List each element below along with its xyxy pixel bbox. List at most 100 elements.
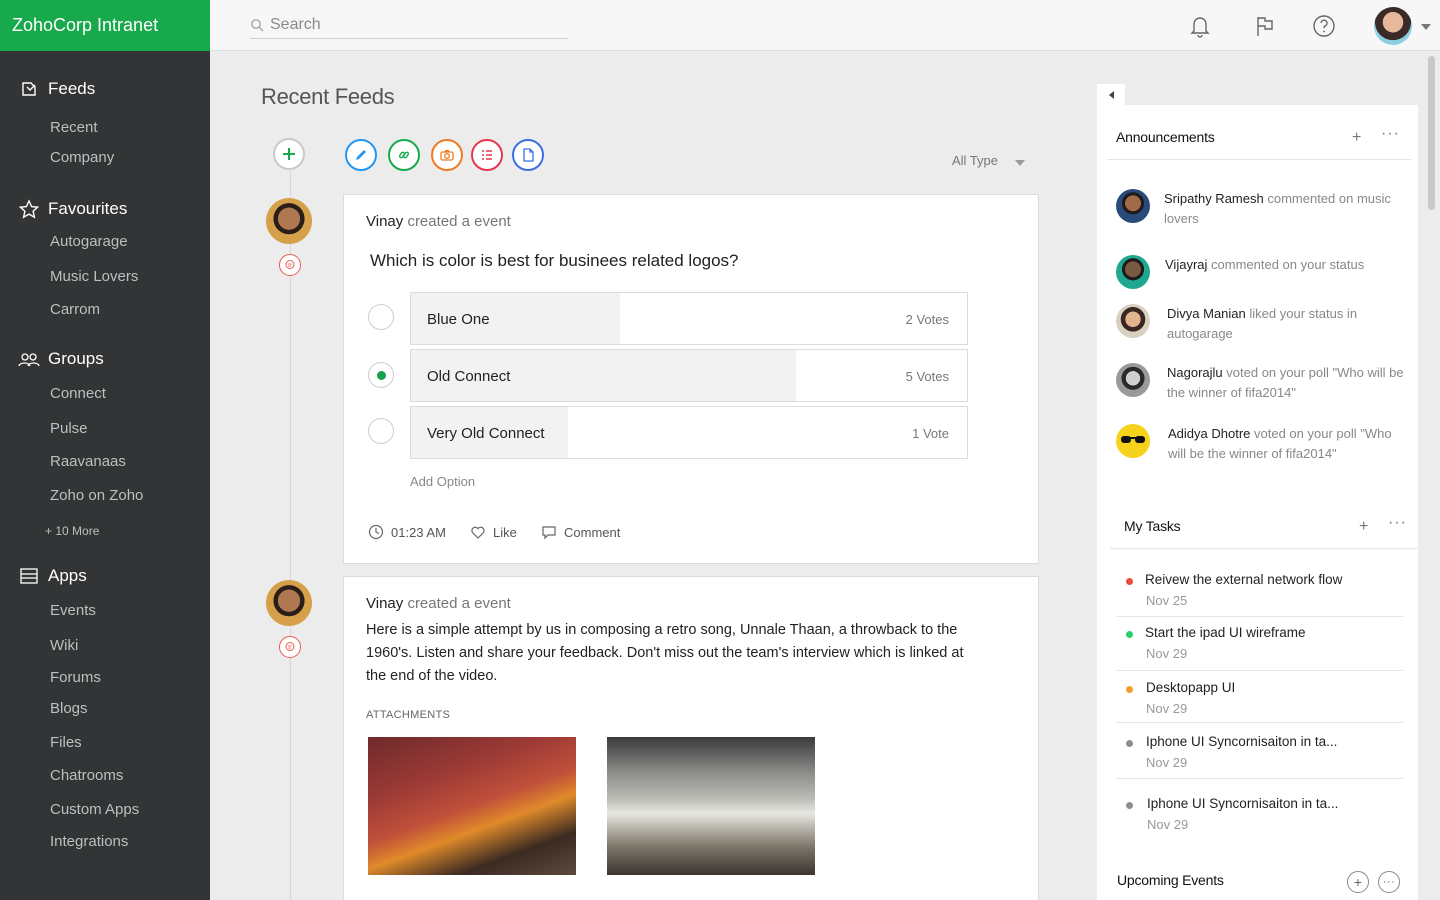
add-task-button[interactable]: + [1359, 518, 1368, 536]
task-title: Iphone UI Syncornisaiton in ta... [1146, 734, 1338, 749]
sidebar-item-recent[interactable]: Recent [50, 119, 98, 136]
heart-icon [471, 526, 485, 539]
post-type-document-button[interactable] [512, 139, 544, 171]
add-post-button[interactable] [273, 138, 305, 170]
poll-option[interactable]: Blue One 2 Votes [410, 292, 968, 345]
poll-radio[interactable] [368, 304, 394, 330]
collapse-panel-button[interactable] [1097, 84, 1125, 106]
attachment-image[interactable] [368, 737, 576, 875]
sidebar-item-files[interactable]: Files [50, 734, 82, 751]
announcement-user[interactable]: Sripathy Ramesh [1164, 191, 1264, 206]
type-filter-dropdown[interactable]: All Type [952, 153, 998, 168]
like-button[interactable]: Like [470, 524, 517, 540]
poll-radio-selected[interactable] [368, 362, 394, 388]
attachments-label: ATTACHMENTS [366, 709, 451, 721]
poll-radio[interactable] [368, 418, 394, 444]
sidebar-item-blogs[interactable]: Blogs [50, 700, 88, 717]
feed-comment-badge[interactable] [279, 254, 301, 276]
poll-option[interactable]: Old Connect 5 Votes [410, 349, 968, 402]
task-date: Nov 29 [1146, 701, 1188, 716]
events-more-button[interactable]: ··· [1378, 871, 1400, 893]
task-title: Desktopapp UI [1146, 680, 1236, 695]
sidebar-favourites-header[interactable]: Favourites [18, 199, 127, 219]
task-status-dot [1126, 578, 1133, 585]
sidebar-item-connect[interactable]: Connect [50, 385, 106, 402]
sidebar-feeds-header[interactable]: Feeds [18, 79, 95, 99]
poll-question: Which is color is best for businees rela… [370, 251, 739, 270]
sidebar-item-music-lovers[interactable]: Music Lovers [50, 268, 138, 285]
add-announcement-button[interactable]: + [1352, 129, 1361, 147]
app-title[interactable]: ZohoCorp Intranet [0, 0, 210, 51]
bell-icon[interactable] [1187, 13, 1213, 39]
feed-time: 01:23 AM [368, 524, 446, 540]
timeline-line [290, 170, 291, 900]
feed-header: Vinay created a event [366, 213, 511, 230]
post-type-status-button[interactable] [345, 139, 377, 171]
search-input[interactable] [270, 16, 550, 34]
user-avatar[interactable] [1374, 7, 1412, 45]
poll-option-votes: 5 Votes [905, 369, 949, 384]
task-date: Nov 29 [1146, 755, 1188, 770]
comment-button[interactable]: Comment [541, 524, 620, 540]
post-type-poll-button[interactable] [471, 139, 503, 171]
post-type-link-button[interactable] [388, 139, 420, 171]
sidebar-apps-header[interactable]: Apps [18, 566, 87, 586]
add-option-link[interactable]: Add Option [410, 474, 475, 489]
tasks-title: My Tasks [1124, 518, 1181, 534]
list-icon [482, 150, 492, 160]
feed-action: created a event [407, 213, 511, 230]
link-icon [398, 151, 410, 159]
sidebar-item-wiki[interactable]: Wiki [50, 637, 78, 654]
chat-icon [285, 260, 295, 269]
feed-author-avatar[interactable] [266, 580, 312, 626]
avatar [1116, 255, 1150, 289]
sidebar-item-carrom[interactable]: Carrom [50, 301, 100, 318]
feed-header: Vinay created a event [366, 595, 511, 612]
poll-option-label: Blue One [427, 311, 490, 328]
announcement-user[interactable]: Divya Manian [1167, 306, 1246, 321]
scrollbar[interactable] [1428, 56, 1435, 210]
announcement-user[interactable]: Nagorajlu [1167, 365, 1223, 380]
attachment-image[interactable] [607, 737, 815, 875]
feed-author[interactable]: Vinay [366, 595, 403, 612]
task-status-dot [1126, 740, 1133, 747]
poll-option-label: Very Old Connect [427, 425, 545, 442]
sidebar-item-autogarage[interactable]: Autogarage [50, 233, 128, 250]
sidebar-groups-header[interactable]: Groups [18, 349, 104, 369]
poll-option[interactable]: Very Old Connect 1 Vote [410, 406, 968, 459]
flag-icon[interactable] [1252, 13, 1278, 39]
chevron-left-icon [1108, 91, 1114, 99]
sidebar-groups-more[interactable]: + 10 More [45, 524, 99, 538]
sidebar-item-chatrooms[interactable]: Chatrooms [50, 767, 123, 784]
task-title: Start the ipad UI wireframe [1145, 625, 1306, 640]
plus-icon [283, 148, 295, 160]
feed-author[interactable]: Vinay [366, 213, 403, 230]
sidebar-item-integrations[interactable]: Integrations [50, 833, 128, 850]
avatar [1116, 304, 1150, 338]
announcement-user[interactable]: Vijayraj [1165, 257, 1207, 272]
sidebar-item-raavanaas[interactable]: Raavanaas [50, 453, 126, 470]
sidebar-item-forums[interactable]: Forums [50, 669, 101, 686]
announcement-user[interactable]: Adidya Dhotre [1168, 426, 1250, 441]
add-event-button[interactable]: + [1347, 871, 1369, 893]
apps-icon [20, 568, 38, 584]
feed-author-avatar[interactable] [266, 198, 312, 244]
star-icon [18, 199, 40, 219]
sidebar-item-events[interactable]: Events [50, 602, 96, 619]
post-type-photo-button[interactable] [431, 139, 463, 171]
feed-comment-badge[interactable] [279, 636, 301, 658]
help-icon[interactable] [1311, 13, 1337, 39]
sidebar-item-pulse[interactable]: Pulse [50, 420, 88, 437]
poll-option-votes: 1 Vote [912, 426, 949, 441]
chevron-down-icon[interactable] [1015, 160, 1025, 166]
sidebar-item-company[interactable]: Company [50, 149, 114, 166]
announcement-text: Vijayraj commented on your status [1165, 255, 1411, 275]
tasks-more-button[interactable]: ··· [1388, 514, 1407, 532]
right-panel: Announcements + ··· Sripathy Ramesh comm… [1097, 105, 1418, 900]
task-date: Nov 25 [1146, 593, 1188, 608]
sidebar: Feeds Recent Company Favourites Autogara… [0, 51, 210, 900]
sidebar-item-custom-apps[interactable]: Custom Apps [50, 801, 139, 818]
sidebar-item-zoho-on-zoho[interactable]: Zoho on Zoho [50, 487, 143, 504]
chevron-down-icon[interactable] [1421, 24, 1431, 30]
announcements-more-button[interactable]: ··· [1381, 125, 1400, 143]
